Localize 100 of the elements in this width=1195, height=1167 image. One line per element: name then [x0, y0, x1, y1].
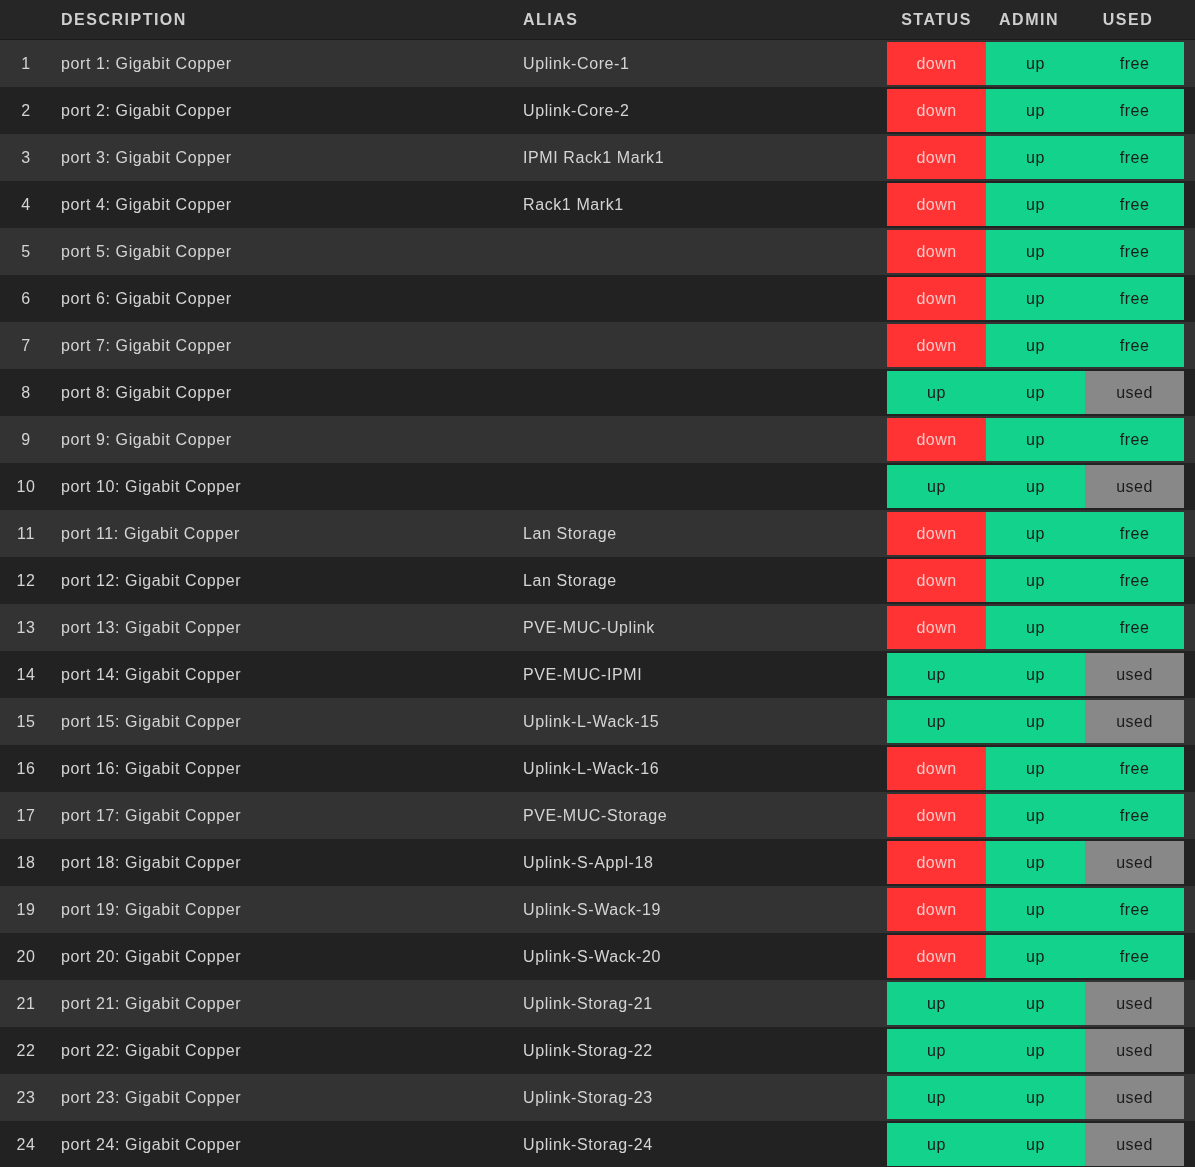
row-number: 14	[16, 664, 36, 685]
port-description: port 13: Gigabit Copper	[61, 618, 242, 636]
row-number: 7	[21, 335, 31, 356]
status-cell: up	[986, 653, 1085, 696]
status-cell: up	[986, 888, 1085, 931]
status-cell: down	[887, 324, 986, 367]
status-cell: free	[1085, 606, 1184, 649]
status-cell: down	[887, 935, 986, 978]
port-alias: PVE-MUC-Uplink	[523, 618, 655, 636]
row-number: 9	[21, 429, 31, 450]
port-description: port 4: Gigabit Copper	[61, 195, 232, 213]
port-description: port 12: Gigabit Copper	[61, 571, 242, 589]
status-cell: up	[986, 700, 1085, 743]
status-cell: down	[887, 794, 986, 837]
status-cell: down	[887, 747, 986, 790]
status-cell: used	[1085, 653, 1184, 696]
row-number: 17	[16, 805, 36, 826]
port-alias: PVE-MUC-IPMI	[523, 665, 643, 683]
status-cell: up	[887, 1123, 986, 1166]
status-cell: free	[1085, 183, 1184, 226]
status-cell: up	[986, 1123, 1085, 1166]
status-cell: down	[887, 418, 986, 461]
port-alias: Uplink-S-Appl-18	[523, 853, 654, 871]
port-alias: Uplink-Storag-23	[523, 1088, 653, 1106]
status-cell: up	[986, 559, 1085, 602]
status-cell: free	[1085, 89, 1184, 132]
status-cell: down	[887, 512, 986, 555]
status-cell: up	[986, 1029, 1085, 1072]
status-cell: up	[986, 747, 1085, 790]
column-header: ALIAS	[523, 9, 580, 30]
status-cell: up	[986, 935, 1085, 978]
port-description: port 10: Gigabit Copper	[61, 477, 242, 495]
status-cell: free	[1085, 559, 1184, 602]
port-description: port 16: Gigabit Copper	[61, 759, 242, 777]
column-header: ADMIN	[998, 9, 1060, 30]
status-cell: down	[887, 277, 986, 320]
row-number: 13	[16, 617, 36, 638]
port-description: port 6: Gigabit Copper	[61, 289, 232, 307]
status-cell: down	[887, 89, 986, 132]
port-description: port 9: Gigabit Copper	[61, 430, 232, 448]
port-description: port 5: Gigabit Copper	[61, 242, 232, 260]
status-cell: free	[1085, 747, 1184, 790]
port-description: port 20: Gigabit Copper	[61, 947, 242, 965]
port-description: port 7: Gigabit Copper	[61, 336, 232, 354]
row-number: 3	[21, 147, 31, 168]
port-description: port 18: Gigabit Copper	[61, 853, 242, 871]
status-cell: down	[887, 136, 986, 179]
status-cell: free	[1085, 888, 1184, 931]
status-cell: up	[986, 512, 1085, 555]
status-cell: down	[887, 606, 986, 649]
port-alias: PVE-MUC-Storage	[523, 806, 668, 824]
status-cell: up	[887, 982, 986, 1025]
status-cell: used	[1085, 465, 1184, 508]
port-alias: Uplink-S-Wack-19	[523, 900, 661, 918]
status-cell: used	[1085, 841, 1184, 884]
status-cell: up	[986, 606, 1085, 649]
port-description: port 15: Gigabit Copper	[61, 712, 242, 730]
row-number: 8	[21, 382, 31, 403]
port-description: port 3: Gigabit Copper	[61, 148, 232, 166]
port-description: port 23: Gigabit Copper	[61, 1088, 242, 1106]
status-cell: up	[986, 982, 1085, 1025]
row-number: 20	[16, 946, 36, 967]
status-cell: free	[1085, 42, 1184, 85]
row-number: 6	[21, 288, 31, 309]
port-description: port 1: Gigabit Copper	[61, 54, 232, 72]
port-alias: Uplink-Core-1	[523, 54, 630, 72]
status-cell: down	[887, 841, 986, 884]
status-cell: used	[1085, 1029, 1184, 1072]
status-cell: free	[1085, 230, 1184, 273]
row-number: 19	[16, 899, 36, 920]
status-cell: up	[887, 700, 986, 743]
row-number: 5	[21, 241, 31, 262]
row-number: 12	[16, 570, 36, 591]
status-cell: used	[1085, 1076, 1184, 1119]
port-description: port 14: Gigabit Copper	[61, 665, 242, 683]
port-alias: Uplink-Core-2	[523, 101, 630, 119]
status-cell: up	[986, 183, 1085, 226]
status-cell: up	[986, 136, 1085, 179]
port-alias: Uplink-L-Wack-15	[523, 712, 660, 730]
status-cell: up	[986, 841, 1085, 884]
port-alias: Rack1 Mark1	[523, 195, 624, 213]
port-description: port 2: Gigabit Copper	[61, 101, 232, 119]
status-cell: down	[887, 183, 986, 226]
status-cell: up	[986, 230, 1085, 273]
row-number: 10	[16, 476, 36, 497]
status-cell: up	[887, 371, 986, 414]
port-description: port 21: Gigabit Copper	[61, 994, 242, 1012]
status-cell: free	[1085, 512, 1184, 555]
status-cell: up	[887, 653, 986, 696]
column-header: STATUS	[900, 9, 973, 30]
row-number: 24	[16, 1134, 36, 1155]
status-cell: down	[887, 559, 986, 602]
port-description: port 17: Gigabit Copper	[61, 806, 242, 824]
status-cell: up	[986, 42, 1085, 85]
status-cell: used	[1085, 700, 1184, 743]
status-cell: down	[887, 230, 986, 273]
port-description: port 22: Gigabit Copper	[61, 1041, 242, 1059]
status-cell: up	[986, 277, 1085, 320]
port-description: port 19: Gigabit Copper	[61, 900, 242, 918]
row-number: 22	[16, 1040, 36, 1061]
